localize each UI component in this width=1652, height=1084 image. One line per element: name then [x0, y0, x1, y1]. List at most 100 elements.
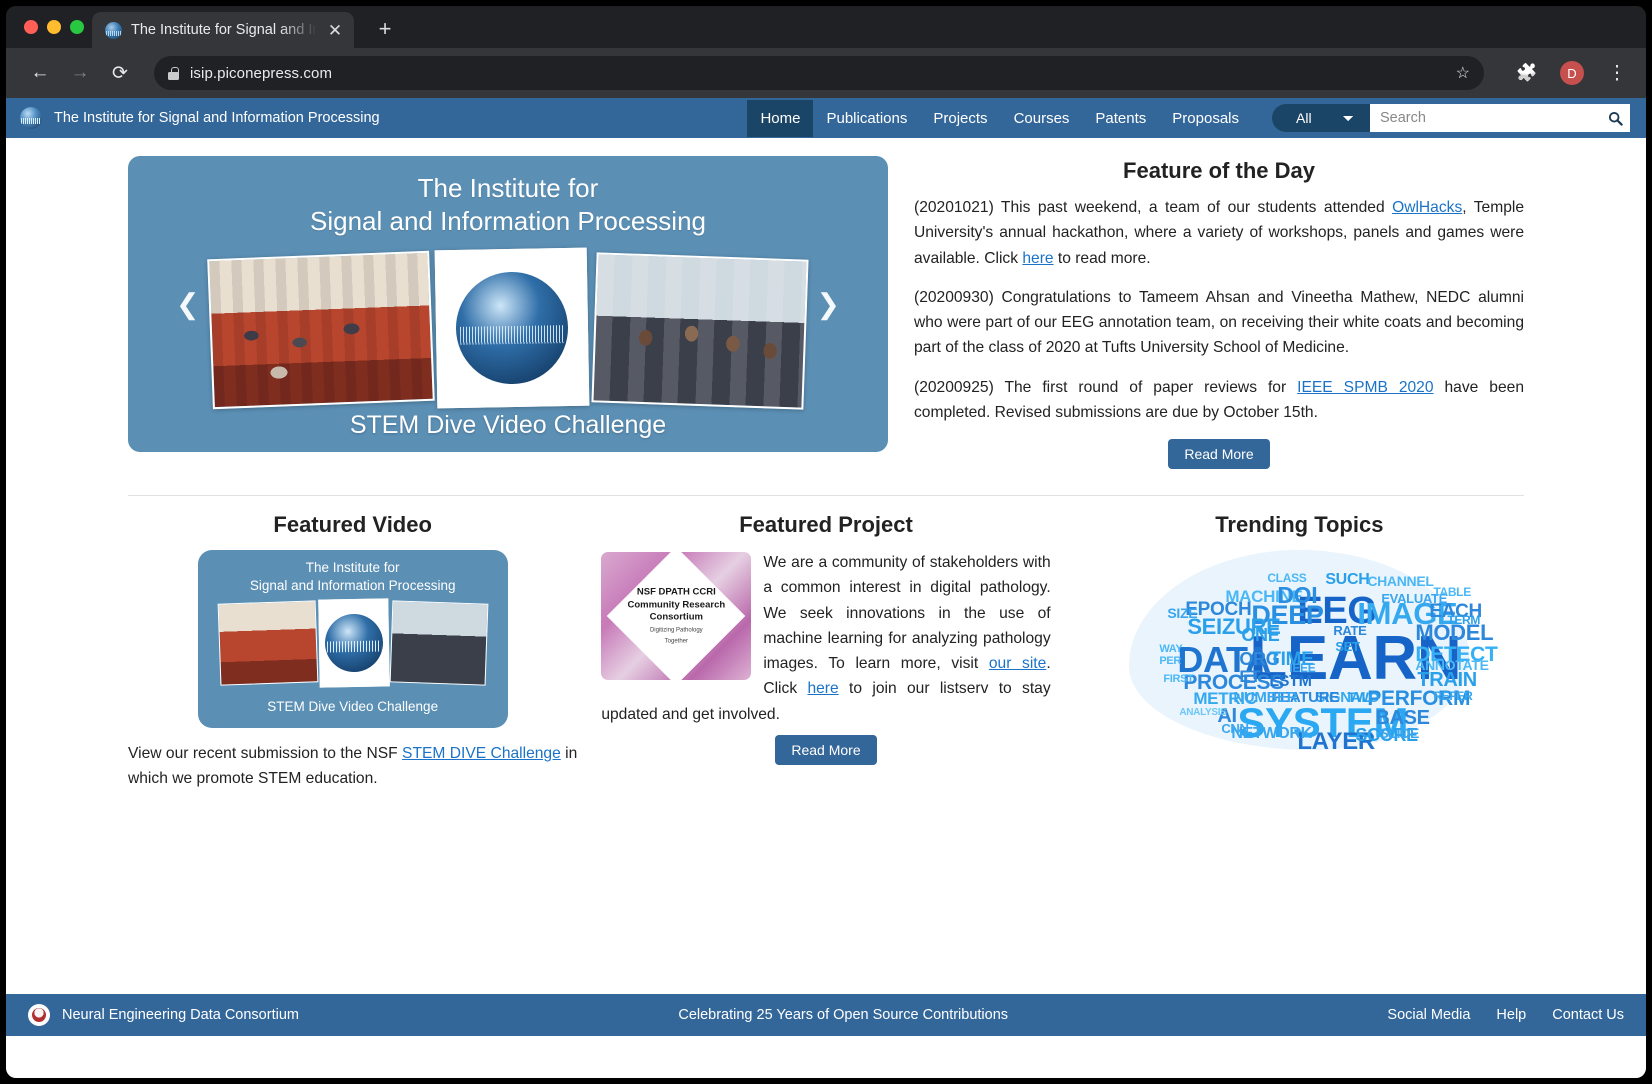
tab-title: The Institute for Signal and Info: [131, 22, 317, 38]
carousel-title: The Institute for Signal and Information…: [310, 172, 706, 239]
maximize-window-button[interactable]: [70, 20, 84, 34]
reload-button[interactable]: ⟳: [102, 55, 138, 91]
wordcloud-word: DOI: [1277, 582, 1318, 608]
site-navbar: The Institute for Signal and Information…: [6, 98, 1646, 138]
wordcloud-word: NUMBER: [1233, 689, 1298, 706]
feature-of-the-day: Feature of the Day (20201021) This past …: [914, 156, 1524, 469]
featured-video-text: View our recent submission to the NSF ST…: [128, 741, 577, 792]
close-window-button[interactable]: [24, 20, 38, 34]
project-here-link[interactable]: here: [807, 680, 838, 697]
wordcloud-word: SET: [1335, 639, 1360, 654]
wordcloud-word: FIRST: [1163, 673, 1194, 685]
footer-link-contact-us[interactable]: Contact Us: [1552, 1007, 1624, 1023]
nav-item-proposals[interactable]: Proposals: [1159, 100, 1252, 137]
our-site-link[interactable]: our site: [989, 655, 1046, 672]
minimize-window-button[interactable]: [47, 20, 61, 34]
feature-item-1: (20201021) This past weekend, a team of …: [914, 195, 1524, 271]
video-thumb-title-line2: Signal and Information Processing: [249, 577, 456, 593]
cards-row: Featured Video The Institute for Signal …: [6, 496, 1646, 792]
feature-1-text-c: to read more.: [1053, 249, 1151, 267]
footer-link-help[interactable]: Help: [1496, 1007, 1526, 1023]
new-tab-button[interactable]: +: [368, 12, 402, 46]
hero-carousel[interactable]: The Institute for Signal and Information…: [128, 156, 888, 452]
wordcloud-word: PER: [1159, 655, 1182, 667]
site-brand[interactable]: The Institute for Signal and Information…: [20, 107, 380, 129]
globe-logo-icon: [20, 107, 42, 129]
search-submit-button[interactable]: [1602, 104, 1628, 132]
wordcloud-word: WAY: [1159, 643, 1183, 655]
wordcloud-word: ONE: [1241, 625, 1280, 645]
window-controls: [18, 6, 92, 48]
feature-2-text: Congratulations to Tameem Ahsan and Vine…: [914, 288, 1524, 357]
video-thumb-collage: [217, 598, 489, 688]
bookmark-star-icon[interactable]: ☆: [1456, 63, 1470, 83]
wordcloud-word: LSTM: [1269, 673, 1312, 690]
wordcloud-word: ET: [1239, 667, 1261, 686]
feature-read-more-button[interactable]: Read More: [1168, 439, 1270, 469]
isip-globe-logo-icon: [455, 270, 569, 385]
extensions-icon[interactable]: [1516, 63, 1538, 83]
video-collage-photo-logo: [317, 598, 390, 688]
ieee-spmb-link[interactable]: IEEE SPMB 2020: [1297, 379, 1433, 396]
featured-project-heading: Featured Project: [739, 512, 913, 537]
wordcloud-word: CNN: [1221, 721, 1249, 736]
card-featured-video: Featured Video The Institute for Signal …: [128, 512, 577, 792]
video-thumb-caption: STEM Dive Video Challenge: [267, 699, 439, 714]
trending-topics-heading: Trending Topics: [1215, 512, 1384, 537]
nedc-logo-icon: [28, 1004, 50, 1026]
nav-item-courses[interactable]: Courses: [1001, 100, 1083, 137]
browser-window: The Institute for Signal and Info ✕ + ← …: [6, 6, 1646, 1078]
feature-heading: Feature of the Day: [1123, 158, 1315, 183]
video-collage-photo-students: [389, 600, 489, 686]
footer-brand[interactable]: Neural Engineering Data Consortium: [28, 1004, 299, 1026]
wordcloud-word: TWO: [1347, 689, 1380, 705]
stem-dive-challenge-link[interactable]: STEM DIVE Challenge: [402, 745, 561, 762]
main-menu: Home Publications Projects Courses Paten…: [747, 99, 1252, 137]
wordcloud-word: TRAIN: [1417, 669, 1477, 691]
wordcloud-word: SUCH: [1325, 571, 1370, 588]
search-input[interactable]: [1370, 104, 1630, 132]
wordcloud-word: IEEE: [1289, 661, 1316, 675]
page-content: The Institute for Signal and Information…: [6, 138, 1646, 1036]
nav-item-projects[interactable]: Projects: [920, 100, 1000, 137]
forward-button[interactable]: →: [62, 55, 98, 91]
carousel-caption: STEM Dive Video Challenge: [349, 411, 667, 439]
nav-item-patents[interactable]: Patents: [1082, 100, 1159, 137]
footer-brand-label: Neural Engineering Data Consortium: [62, 1007, 299, 1023]
wordcloud-word: SLIDE: [1379, 725, 1420, 741]
browser-menu-icon[interactable]: ⋮: [1604, 62, 1630, 85]
browser-toolbar: ← → ⟳ isip.piconepress.com ☆ D ⋮: [6, 48, 1646, 98]
trending-topics-wordcloud[interactable]: LEARN SYSTEM DATA EEG IMAGE DEEP SEIZURE MODEL D…: [1129, 550, 1498, 754]
search-area: All: [1272, 104, 1630, 132]
back-button[interactable]: ←: [22, 55, 58, 91]
nav-item-home[interactable]: Home: [747, 99, 814, 137]
owlhacks-link[interactable]: OwlHacks: [1392, 199, 1462, 216]
wordcloud-word: RATE: [1333, 623, 1367, 638]
carousel-next-arrow-icon[interactable]: ❯: [817, 288, 840, 321]
browser-tab[interactable]: The Institute for Signal and Info ✕: [92, 12, 354, 48]
feature-item-2: (20200930) Congratulations to Tameem Ahs…: [914, 285, 1524, 361]
site-brand-label: The Institute for Signal and Information…: [54, 110, 380, 126]
fv-text-a: View our recent submission to the NSF: [128, 745, 403, 762]
address-bar[interactable]: isip.piconepress.com ☆: [154, 56, 1484, 90]
search-category-select[interactable]: All: [1272, 104, 1370, 132]
video-thumb-title: The Institute for Signal and Information…: [250, 559, 456, 594]
carousel-title-line1: The Institute for: [417, 173, 599, 203]
footer-link-social-media[interactable]: Social Media: [1387, 1007, 1470, 1023]
feature-1-here-link[interactable]: here: [1022, 250, 1053, 267]
project-image-line3: Consortium: [649, 611, 703, 623]
wordcloud-word: CLASS: [1267, 571, 1307, 585]
project-read-more-button[interactable]: Read More: [775, 734, 877, 765]
project-image-label: NSF DPATH CCRI Community Research Consor…: [601, 586, 751, 645]
featured-video-thumbnail[interactable]: The Institute for Signal and Information…: [197, 550, 508, 728]
collage-photo-students: [591, 251, 809, 410]
isip-globe-small-icon: [324, 613, 384, 673]
carousel-collage: [207, 247, 809, 410]
carousel-prev-arrow-icon[interactable]: ❮: [176, 288, 199, 321]
close-tab-icon[interactable]: ✕: [326, 22, 344, 39]
wordcloud-word: TABLE: [1433, 585, 1471, 599]
feature-3-text-a: The first round of paper reviews for: [993, 378, 1298, 396]
nav-item-publications[interactable]: Publications: [813, 100, 920, 137]
video-collage-photo-lecture: [217, 600, 319, 686]
profile-avatar[interactable]: D: [1560, 61, 1584, 85]
